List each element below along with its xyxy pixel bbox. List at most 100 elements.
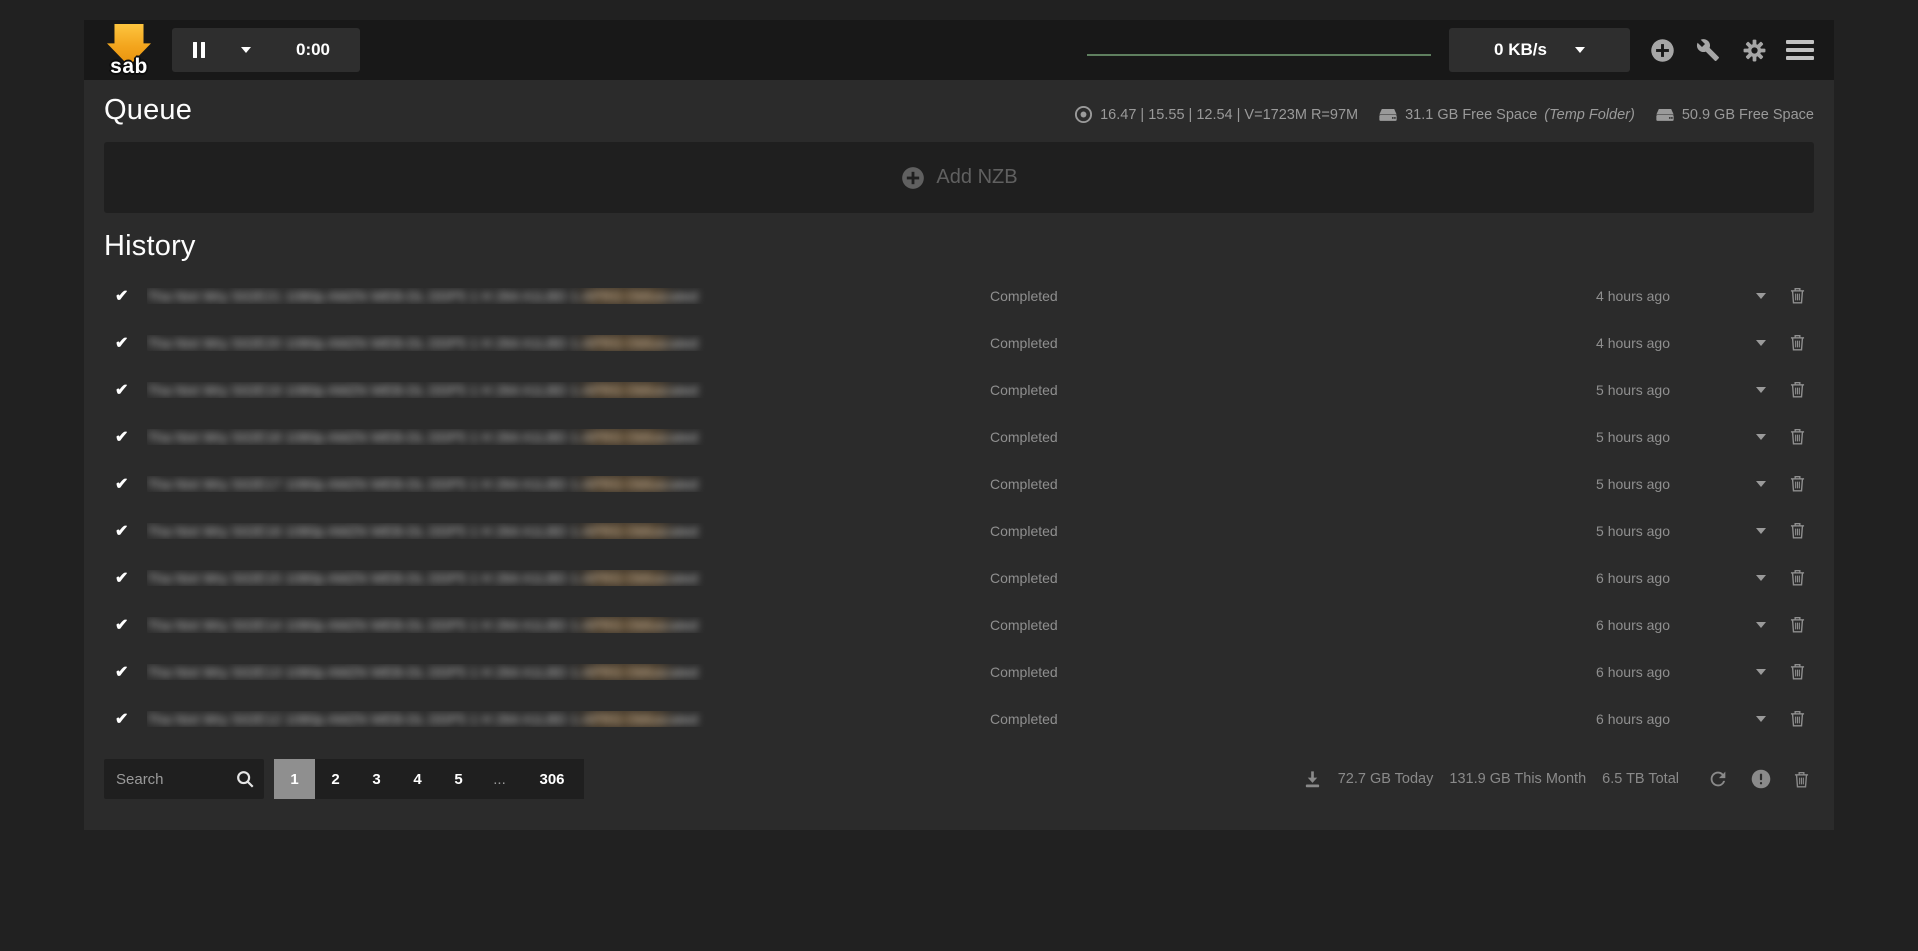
history-item-title[interactable]: Tha Nixt Wry S02E18 1080p AMZN WEB-DL DD… bbox=[147, 429, 990, 445]
pause-control-group: 0:00 bbox=[172, 28, 360, 72]
delete-row-button[interactable] bbox=[1780, 286, 1814, 305]
history-row: ✔ Tha Nixt Wry S02E19 1080p AMZN WEB-DL … bbox=[104, 366, 1814, 413]
menu-button[interactable] bbox=[1786, 40, 1814, 60]
history-row: ✔ Tha Nixt Wry S02E17 1080p AMZN WEB-DL … bbox=[104, 460, 1814, 507]
history-item-title[interactable]: Tha Nixt Wry S02E19 1080p AMZN WEB-DL DD… bbox=[147, 382, 990, 398]
history-item-title[interactable]: Tha Nixt Wry S02E13 1080p AMZN WEB-DL DD… bbox=[147, 664, 990, 680]
page-button-last[interactable]: 306 bbox=[520, 759, 584, 799]
page-button-5[interactable]: 5 bbox=[438, 759, 479, 799]
check-icon: ✔ bbox=[104, 709, 147, 729]
delete-row-button[interactable] bbox=[1780, 615, 1814, 634]
timer-display[interactable]: 0:00 bbox=[266, 28, 360, 72]
check-icon: ✔ bbox=[104, 615, 147, 635]
row-actions-dropdown[interactable] bbox=[1670, 528, 1780, 534]
queue-stats: 16.47 | 15.55 | 12.54 | V=1723M R=97M 31… bbox=[1074, 105, 1814, 127]
hdd-icon bbox=[1378, 107, 1398, 122]
status-label: Completed bbox=[990, 523, 1540, 539]
history-item-title[interactable]: Tha Nixt Wry S02E20 1080p AMZN WEB-DL DD… bbox=[147, 335, 990, 351]
caret-down-icon bbox=[1756, 293, 1766, 299]
disc-icon bbox=[1074, 105, 1093, 124]
completed-time: 5 hours ago bbox=[1540, 429, 1670, 445]
check-icon: ✔ bbox=[104, 333, 147, 353]
status-wrench-button[interactable] bbox=[1694, 38, 1722, 62]
performance-stat: 16.47 | 15.55 | 12.54 | V=1723M R=97M bbox=[1074, 105, 1358, 124]
page-button-1[interactable]: 1 bbox=[274, 759, 315, 799]
plus-circle-icon bbox=[1649, 37, 1676, 64]
history-row: ✔ Tha Nixt Wry S02E12 1080p AMZN WEB-DL … bbox=[104, 695, 1814, 742]
delete-row-button[interactable] bbox=[1780, 427, 1814, 446]
completed-time: 6 hours ago bbox=[1540, 617, 1670, 633]
row-actions-dropdown[interactable] bbox=[1670, 340, 1780, 346]
row-actions-dropdown[interactable] bbox=[1670, 434, 1780, 440]
pause-button[interactable] bbox=[172, 28, 226, 72]
delete-row-button[interactable] bbox=[1780, 333, 1814, 352]
history-item-title[interactable]: Tha Nixt Wry S02E16 1080p AMZN WEB-DL DD… bbox=[147, 523, 990, 539]
add-nzb-nav-button[interactable] bbox=[1648, 37, 1676, 64]
speed-graph bbox=[1087, 54, 1431, 56]
status-label: Completed bbox=[990, 711, 1540, 727]
trash-icon bbox=[1789, 427, 1806, 446]
status-label: Completed bbox=[990, 476, 1540, 492]
check-icon: ✔ bbox=[104, 474, 147, 494]
refresh-icon bbox=[1707, 768, 1729, 790]
caret-down-icon bbox=[1756, 528, 1766, 534]
temp-free-space: 31.1 GB Free Space (Temp Folder) bbox=[1378, 107, 1635, 123]
sab-logo[interactable]: sab bbox=[104, 24, 154, 78]
all-time-total: 6.5 TB Total bbox=[1602, 771, 1679, 787]
history-item-title[interactable]: Tha Nixt Wry S02E15 1080p AMZN WEB-DL DD… bbox=[147, 570, 990, 586]
pagination: 1 2 3 4 5 ... 306 bbox=[274, 759, 584, 799]
top-navbar: sab 0:00 0 KB/s bbox=[84, 20, 1834, 80]
page-ellipsis: ... bbox=[479, 759, 520, 799]
check-icon: ✔ bbox=[104, 568, 147, 588]
history-item-title[interactable]: Tha Nixt Wry S02E21 1080p AMZN WEB-DL DD… bbox=[147, 288, 990, 304]
history-row: ✔ Tha Nixt Wry S02E16 1080p AMZN WEB-DL … bbox=[104, 507, 1814, 554]
delete-row-button[interactable] bbox=[1780, 709, 1814, 728]
row-actions-dropdown[interactable] bbox=[1670, 622, 1780, 628]
page-button-3[interactable]: 3 bbox=[356, 759, 397, 799]
history-row: ✔ Tha Nixt Wry S02E21 1080p AMZN WEB-DL … bbox=[104, 272, 1814, 319]
settings-button[interactable] bbox=[1740, 38, 1768, 63]
history-footer: 1 2 3 4 5 ... 306 72.7 GB Today 131.9 GB… bbox=[104, 759, 1814, 799]
trash-icon bbox=[1789, 615, 1806, 634]
trash-icon bbox=[1789, 333, 1806, 352]
check-icon: ✔ bbox=[104, 427, 147, 447]
delete-row-button[interactable] bbox=[1780, 662, 1814, 681]
row-actions-dropdown[interactable] bbox=[1670, 575, 1780, 581]
queue-title: Queue bbox=[104, 94, 192, 127]
history-info-button[interactable] bbox=[1751, 769, 1771, 789]
row-actions-dropdown[interactable] bbox=[1670, 669, 1780, 675]
speed-dropdown[interactable]: 0 KB/s bbox=[1449, 28, 1630, 72]
history-title: History bbox=[104, 230, 1814, 263]
temp-folder-note: (Temp Folder) bbox=[1544, 107, 1635, 123]
purge-history-button[interactable] bbox=[1793, 770, 1810, 789]
caret-down-icon bbox=[1756, 669, 1766, 675]
delete-row-button[interactable] bbox=[1780, 380, 1814, 399]
history-row: ✔ Tha Nixt Wry S02E18 1080p AMZN WEB-DL … bbox=[104, 413, 1814, 460]
search-icon[interactable] bbox=[235, 769, 255, 794]
check-icon: ✔ bbox=[104, 286, 147, 306]
delete-row-button[interactable] bbox=[1780, 474, 1814, 493]
caret-down-icon bbox=[1756, 716, 1766, 722]
wrench-icon bbox=[1696, 38, 1720, 62]
history-item-title[interactable]: Tha Nixt Wry S02E14 1080p AMZN WEB-DL DD… bbox=[147, 617, 990, 633]
row-actions-dropdown[interactable] bbox=[1670, 293, 1780, 299]
add-nzb-label: Add NZB bbox=[936, 166, 1017, 189]
alert-circle-icon bbox=[1751, 769, 1771, 789]
disk-free-space: 50.9 GB Free Space bbox=[1655, 107, 1814, 123]
history-item-title[interactable]: Tha Nixt Wry S02E12 1080p AMZN WEB-DL DD… bbox=[147, 711, 990, 727]
add-nzb-dropzone[interactable]: Add NZB bbox=[104, 142, 1814, 213]
pause-options-dropdown[interactable] bbox=[226, 28, 266, 72]
page-button-2[interactable]: 2 bbox=[315, 759, 356, 799]
delete-row-button[interactable] bbox=[1780, 521, 1814, 540]
history-item-title[interactable]: Tha Nixt Wry S02E17 1080p AMZN WEB-DL DD… bbox=[147, 476, 990, 492]
check-icon: ✔ bbox=[104, 521, 147, 541]
delete-row-button[interactable] bbox=[1780, 568, 1814, 587]
row-actions-dropdown[interactable] bbox=[1670, 716, 1780, 722]
row-actions-dropdown[interactable] bbox=[1670, 481, 1780, 487]
hdd-icon bbox=[1655, 107, 1675, 122]
page-button-4[interactable]: 4 bbox=[397, 759, 438, 799]
check-icon: ✔ bbox=[104, 662, 147, 682]
row-actions-dropdown[interactable] bbox=[1670, 387, 1780, 393]
history-list: ✔ Tha Nixt Wry S02E21 1080p AMZN WEB-DL … bbox=[104, 272, 1814, 742]
refresh-button[interactable] bbox=[1707, 768, 1729, 790]
